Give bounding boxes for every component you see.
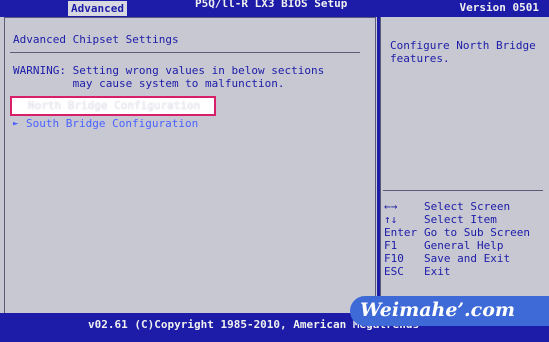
help-divider [383,190,543,191]
settings-pane [4,17,376,313]
menu-item-label: South Bridge Configuration [26,117,199,130]
key-name: ESC [384,265,404,278]
bios-title: P5Q/ll-R LX3 BIOS Setup [195,0,348,10]
help-text: Configure North Bridge features. [390,39,536,65]
submenu-arrow-icon: ► [15,101,21,111]
key-name: Enter [384,226,418,239]
submenu-arrow-icon: ► [13,119,19,129]
menu-item-south-bridge[interactable]: ► South Bridge Configuration [10,116,198,132]
key-desc: General Help [424,239,504,252]
bios-version: Version 0501 [459,1,539,14]
menu-item-north-bridge[interactable]: ► North Bridge Configuration [10,96,216,116]
key-name: F10 [384,252,404,265]
key-desc: Select Screen [424,200,511,213]
watermark-text: Weimahe’.com [360,299,515,321]
page-title: Advanced Chipset Settings [13,33,179,46]
key-name: F1 [384,239,398,252]
top-bar: Advanced P5Q/ll-R LX3 BIOS Setup Version… [0,0,549,17]
key-name: ↑↓ [384,213,398,226]
key-desc: Select Item [424,213,497,226]
warning-line-2: may cause system to malfunction. [13,77,285,90]
key-desc: Exit [424,265,451,278]
key-name: ←→ [384,200,398,213]
tab-advanced[interactable]: Advanced [68,1,127,16]
title-divider [10,52,360,53]
key-desc: Save and Exit [424,252,511,265]
menu-item-label: North Bridge Configuration [28,99,201,112]
warning-text: WARNING: Setting wrong values in below s… [13,64,324,90]
warning-line-1: WARNING: Setting wrong values in below s… [13,64,325,77]
key-desc: Go to Sub Screen [424,226,530,239]
